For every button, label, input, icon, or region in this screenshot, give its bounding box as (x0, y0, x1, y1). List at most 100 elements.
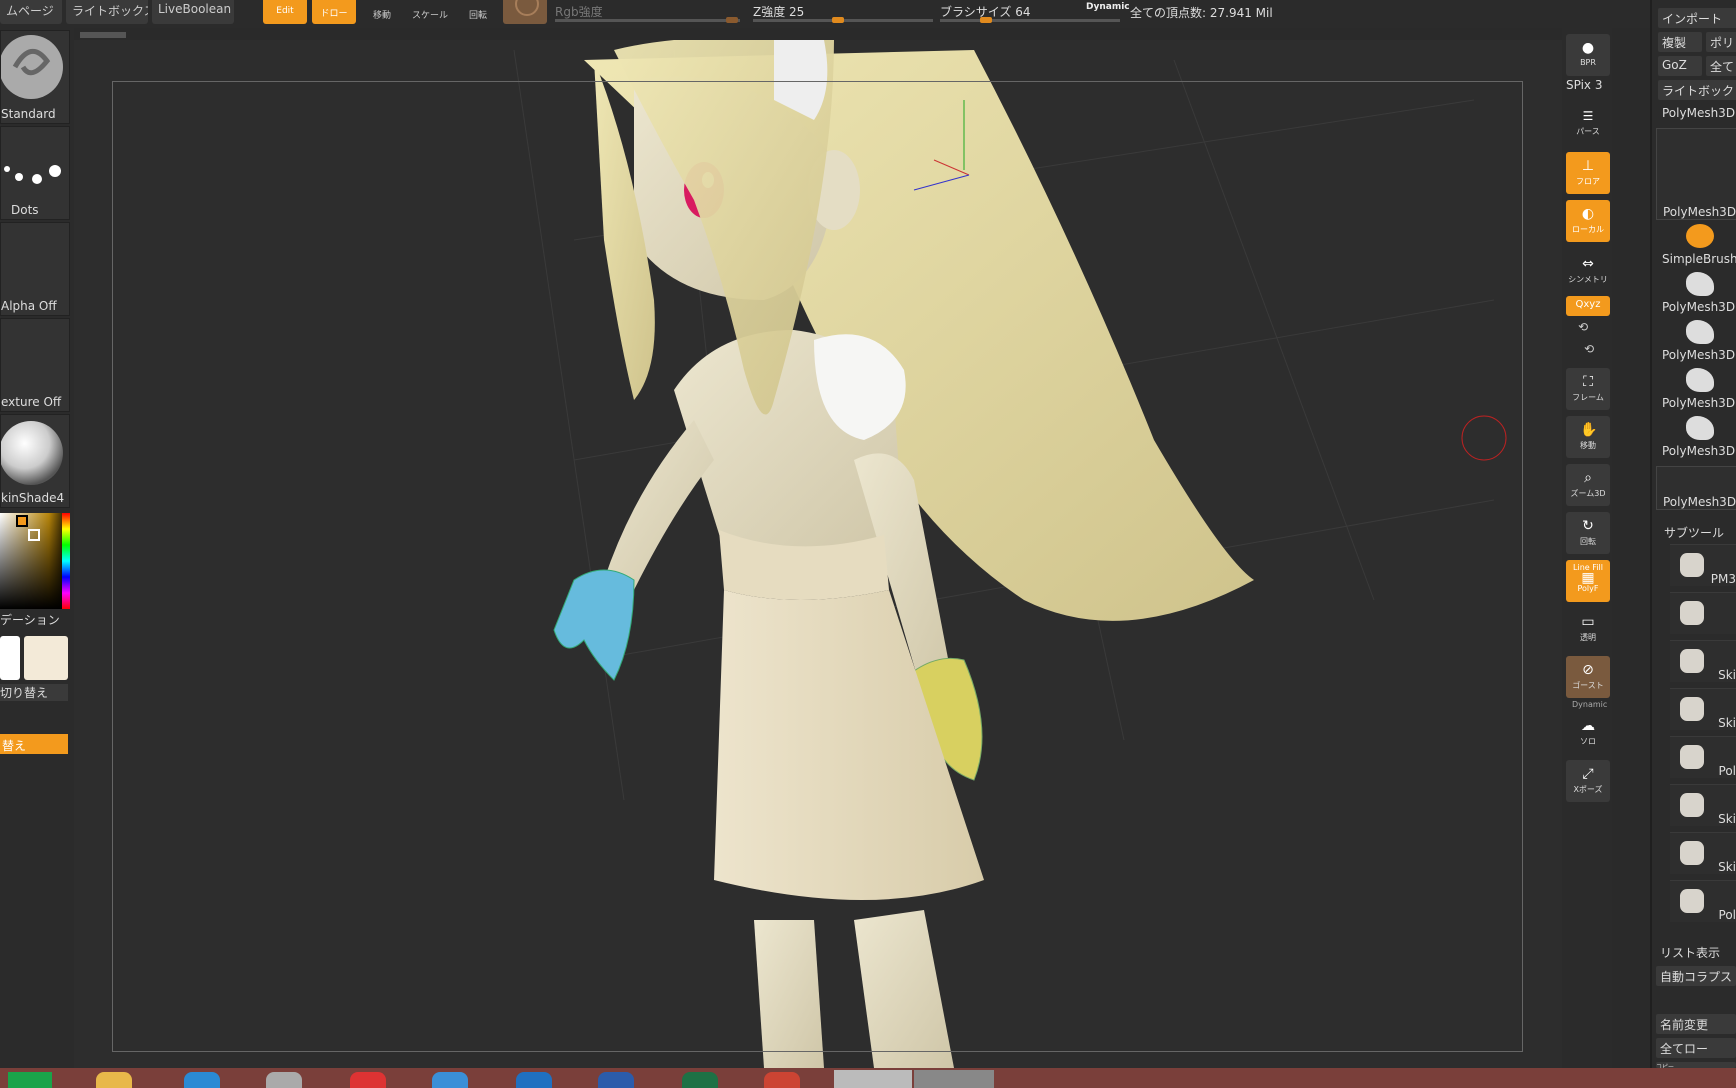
viewport-scrollbar[interactable] (80, 32, 126, 38)
perspective-button[interactable]: ☰ パース (1566, 100, 1610, 140)
brush-slot[interactable]: Standard (0, 30, 70, 124)
z-intensity-knob[interactable] (832, 17, 844, 23)
scale-button[interactable]: スケール (412, 0, 448, 24)
move-view-button[interactable]: ✋ 移動 (1566, 416, 1610, 458)
solo-button[interactable]: ☁ ソロ (1566, 712, 1610, 754)
current-tool-thumbnail[interactable]: PolyMesh3D1 (1656, 128, 1736, 220)
brush-icon (0, 35, 63, 99)
brush-size-track[interactable] (940, 19, 1120, 22)
dynamic-toggle[interactable]: Dynamic (1086, 2, 1130, 12)
chrome-icon[interactable] (350, 1072, 386, 1088)
material-slot[interactable]: kinShade4 (0, 414, 70, 508)
local-button[interactable]: ◐ ローカル (1566, 200, 1610, 242)
list-view-button[interactable]: リスト表示 (1656, 942, 1736, 962)
swap-button[interactable]: 替え (0, 734, 68, 754)
zbrush-window: ムページ ライトボックス LiveBoolean Edit ドロー 移動 スケー… (0, 0, 1736, 1088)
gradation-label[interactable]: デーション (0, 611, 60, 628)
brush-size-knob[interactable] (980, 17, 992, 23)
start-icon[interactable] (8, 1072, 52, 1088)
stroke-slot[interactable]: Dots (0, 126, 70, 220)
subtool-thumb-icon (1680, 553, 1704, 577)
primary-color-marker[interactable] (16, 515, 28, 527)
folder-icon[interactable] (96, 1072, 132, 1088)
tool-polymesh-a[interactable]: PolyMesh3D1 (1656, 270, 1736, 314)
symmetry-button[interactable]: ⇔ シンメトリ (1566, 250, 1610, 292)
tool-polymesh-e[interactable]: PolyMesh3D1 (1656, 466, 1736, 510)
rotate-button[interactable]: 回転 (460, 0, 496, 24)
subtool-item[interactable] (1670, 592, 1736, 634)
stroke-name: Dots (11, 203, 39, 217)
frame-button[interactable]: ⛶ フレーム (1566, 368, 1610, 410)
bpr-button[interactable]: ● BPR (1566, 34, 1610, 76)
simplebrush-icon (1686, 224, 1714, 248)
rename-button[interactable]: 名前変更 (1656, 1014, 1736, 1034)
rgb-swatch[interactable] (503, 0, 547, 24)
draw-button[interactable]: ドロー (312, 0, 356, 24)
rgb-slider-knob[interactable] (726, 17, 738, 23)
subtool-item[interactable]: Pol (1670, 880, 1736, 922)
z-intensity-label: Z強度 25 (753, 5, 805, 19)
rotate-z-icon[interactable]: ⟲ (1584, 342, 1594, 356)
dots-stroke-icon (4, 165, 61, 184)
edit-button[interactable]: Edit (263, 0, 307, 24)
ghost-button[interactable]: ⊘ ゴースト (1566, 656, 1610, 698)
app-icon[interactable] (266, 1072, 302, 1088)
tool-simplebrush[interactable]: SimpleBrush (1656, 222, 1736, 266)
firefox-icon[interactable] (432, 1072, 468, 1088)
rotate-view-button[interactable]: ↻ 回転 (1566, 512, 1610, 554)
subtool-item[interactable]: Ski (1670, 688, 1736, 730)
xpose-button[interactable]: ⤢ Xポーズ (1566, 760, 1610, 802)
lightbox-tools-button[interactable]: ライトボック (1658, 80, 1736, 100)
ghost-icon: ⊘ (1582, 662, 1594, 678)
transparent-button[interactable]: ▭ 透明 (1566, 608, 1610, 650)
zoom3d-button[interactable]: ⌕ ズーム3D (1566, 464, 1610, 506)
color-picker-marker[interactable] (28, 529, 40, 541)
polymesh-thumb-icon (1686, 320, 1714, 344)
tool-polymesh-b[interactable]: PolyMesh3D (1656, 318, 1736, 362)
xyz-button[interactable]: Qxyz (1566, 296, 1610, 316)
subtool-header[interactable]: サブツール (1664, 524, 1724, 541)
hand-icon: ✋ (1580, 422, 1598, 438)
all-low-button[interactable]: 全てロー (1656, 1038, 1736, 1058)
rotate-y-icon[interactable]: ⟲ (1578, 320, 1588, 334)
goz-button[interactable]: GoZ (1658, 56, 1702, 76)
color-picker[interactable] (0, 513, 70, 609)
poly-button[interactable]: ポリ (1706, 32, 1736, 52)
copy-tool-button[interactable]: 複製 (1658, 32, 1702, 52)
tab-home[interactable]: ムページ (0, 0, 62, 24)
excel-icon[interactable] (682, 1072, 718, 1088)
subtool-item[interactable]: Pol (1670, 736, 1736, 778)
subtool-item[interactable]: Ski (1670, 640, 1736, 682)
current-tool-label: PolyMesh3D1 (1662, 106, 1736, 120)
tool-polymesh-c[interactable]: PolyMesh3D (1656, 366, 1736, 410)
taskbar-app-icon[interactable] (914, 1070, 994, 1088)
outlook-icon[interactable] (516, 1072, 552, 1088)
ie-icon[interactable] (184, 1072, 220, 1088)
rgb-slider-track[interactable] (555, 19, 740, 22)
subtool-item[interactable]: PM3 (1670, 544, 1736, 586)
polyf-button[interactable]: Line Fill ▦ PolyF (1566, 560, 1610, 602)
goz-all-button[interactable]: 全て (1706, 56, 1736, 76)
subtool-item[interactable]: Ski (1670, 832, 1736, 874)
tool-polymesh-d[interactable]: PolyMesh3D (1656, 414, 1736, 458)
rotate-icon: ↻ (1582, 518, 1594, 534)
tab-lightbox[interactable]: ライトボックス (66, 0, 148, 24)
material-name: kinShade4 (1, 491, 65, 505)
subtool-item[interactable]: Ski (1670, 784, 1736, 826)
main-color-swatch[interactable] (24, 636, 68, 680)
secondary-color-swatch[interactable] (0, 636, 20, 680)
zbrush-taskbar-icon[interactable] (834, 1070, 912, 1088)
polymesh-thumb-icon (1686, 416, 1714, 440)
auto-collapse-button[interactable]: 自動コラプス (1656, 966, 1736, 986)
import-button[interactable]: インポート (1658, 8, 1736, 28)
spix-slider[interactable]: SPix 3 (1566, 78, 1602, 92)
powerpoint-icon[interactable] (764, 1072, 800, 1088)
tab-liveboolean[interactable]: LiveBoolean (152, 0, 234, 24)
alpha-slot[interactable]: Alpha Off (0, 222, 70, 316)
hue-bar[interactable] (62, 513, 70, 609)
move-button[interactable]: 移動 (364, 0, 400, 24)
word-icon[interactable] (598, 1072, 634, 1088)
floor-button[interactable]: ⊥ フロア (1566, 152, 1610, 194)
switch-color-button[interactable]: 切り替え (0, 684, 68, 701)
texture-slot[interactable]: exture Off (0, 318, 70, 412)
